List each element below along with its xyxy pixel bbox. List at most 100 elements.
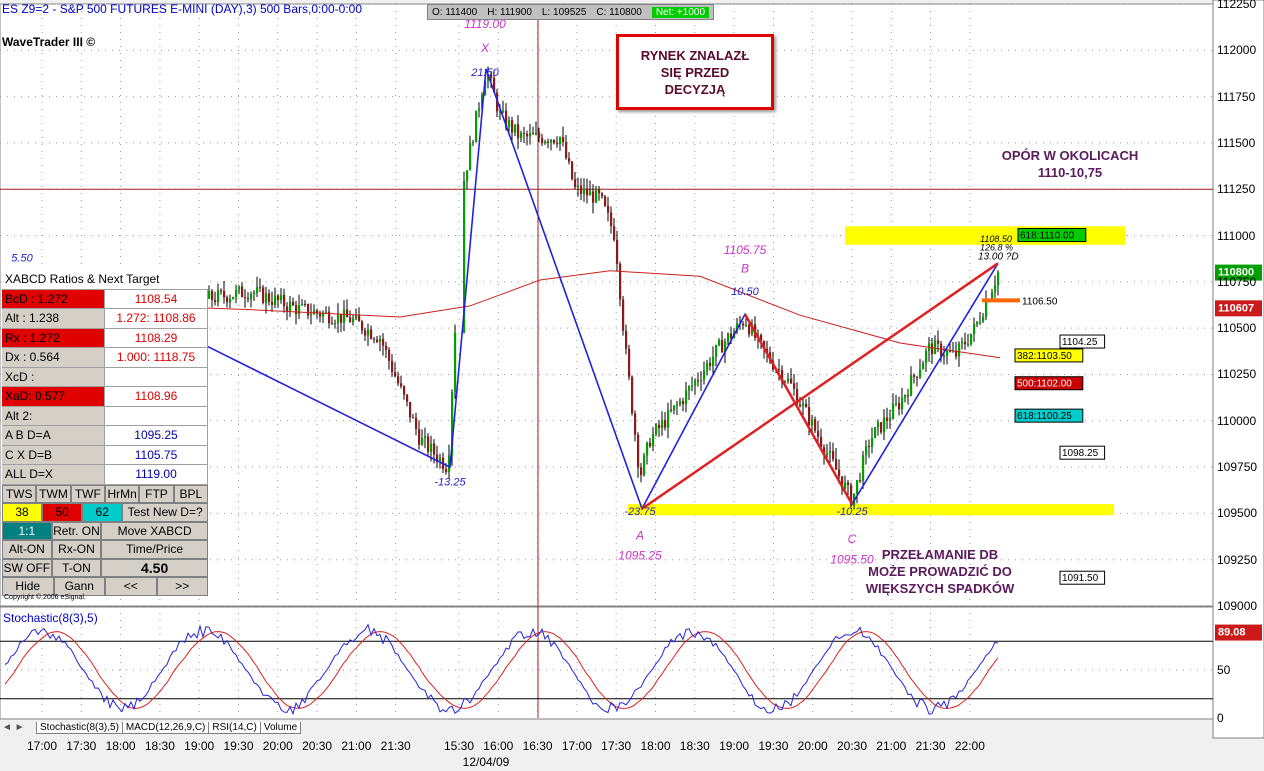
point-letter-label: C — [848, 532, 857, 546]
panel-row-label[interactable]: BcD : 1.272 — [2, 289, 105, 308]
price-tick-label: 111500 — [1217, 135, 1256, 150]
indicator-tabs: Stochastic(8(3),5) MACD(12,26,9,C) RSI(14,… — [36, 722, 302, 734]
candle-body — [565, 142, 568, 159]
candle-body — [253, 292, 256, 295]
candle-body — [832, 451, 835, 460]
target-label: 382:1103.50 — [1017, 351, 1072, 362]
point-swing-label: 10.50 — [731, 286, 759, 298]
time-tick-label: 18:30 — [679, 739, 710, 753]
panel-button[interactable]: << — [105, 577, 157, 596]
decision-note-line: RYNEK ZNALAZŁ — [640, 47, 750, 63]
indicator-tab[interactable]: MACD(12,26,9,C) — [121, 722, 210, 734]
candle-body — [433, 443, 436, 455]
panel-row-label[interactable]: Alt 2: — [2, 406, 105, 425]
panel-button[interactable]: 4.50 — [101, 558, 209, 577]
panel-button[interactable]: Hide — [2, 577, 54, 596]
panel-row-label[interactable]: Dx : 0.564 — [2, 348, 105, 367]
panel-button[interactable]: TWS — [2, 484, 37, 503]
price-tick-label: 111000 — [1217, 228, 1256, 243]
candle-body — [502, 110, 505, 112]
panel-row-label[interactable]: C X D=B — [2, 445, 105, 464]
candle-body — [241, 286, 244, 298]
candle-body — [721, 340, 724, 353]
candle-body — [589, 191, 592, 196]
indicator-tab[interactable]: RSI(14,C) — [208, 722, 261, 734]
candle-body — [472, 142, 475, 144]
panel-button[interactable]: 50 — [42, 503, 83, 522]
panel-button[interactable]: Rx-ON — [51, 540, 102, 559]
indicator-tab[interactable]: Stochastic(8(3),5) — [36, 722, 123, 734]
candle-body — [352, 318, 355, 323]
panel-button[interactable]: Time/Price — [101, 540, 209, 559]
breakout-note-line: MOŻE PROWADZIĆ DO — [868, 564, 1012, 579]
candle-body — [937, 340, 940, 344]
candle-body — [475, 110, 478, 143]
panel-row-label[interactable]: Alt : 1.238 — [2, 309, 105, 328]
panel-button[interactable]: 38 — [2, 503, 43, 522]
panel-row-label[interactable]: A B D=A — [2, 426, 105, 445]
candle-body — [259, 287, 262, 289]
panel-button[interactable]: BPL — [173, 484, 208, 503]
panel-button[interactable]: TWF — [70, 484, 105, 503]
candle-body — [304, 303, 307, 305]
candle-body — [415, 417, 418, 430]
candle-body — [625, 330, 628, 349]
panel-row-label[interactable]: XcD : — [2, 367, 105, 386]
panel-button[interactable]: Gann — [53, 577, 105, 596]
tab-nav-arrows[interactable]: ◄ ► — [2, 722, 25, 733]
panel-button[interactable]: Move XABCD — [101, 521, 209, 540]
candle-body — [904, 395, 907, 398]
panel-button[interactable]: Retr. ON — [51, 521, 102, 540]
time-tick-label: 20:00 — [797, 739, 828, 753]
candle-body — [856, 480, 859, 494]
panel-button[interactable]: >> — [156, 577, 208, 596]
panel-button[interactable]: HrMn — [104, 484, 140, 503]
candle-body — [931, 343, 934, 355]
panel-row-value: 1095.25 — [105, 426, 208, 445]
candle-body — [376, 339, 379, 343]
low-value: L: 109525 — [541, 6, 587, 18]
panel-row: ALL D=X 1119.00 — [2, 465, 208, 485]
panel-row-label[interactable]: XaD: 0.577 — [2, 387, 105, 406]
time-tick-label: 16:00 — [483, 739, 514, 753]
panel-button[interactable]: SW OFF — [2, 558, 52, 577]
candle-body — [379, 338, 382, 343]
candle-body — [700, 379, 703, 381]
price-tick-label: 109500 — [1217, 506, 1258, 521]
net-change-badge: Net: +1000 — [651, 6, 710, 18]
panel-row-value: 1108.29 — [105, 328, 208, 347]
candle-body — [412, 417, 415, 419]
panel-button[interactable]: FTP — [139, 484, 174, 503]
panel-row-value — [105, 367, 208, 386]
panel-row: Dx : 0.564 1.000: 1118.75 — [2, 348, 208, 368]
candle-body — [397, 376, 400, 384]
time-tick-label: 22:00 — [954, 739, 985, 753]
copyright-label: Copyright © 2006 eSignal. — [4, 594, 86, 601]
price-tick-label: 110250 — [1217, 367, 1257, 382]
time-tick-label: 17:00 — [561, 739, 592, 753]
candle-body — [634, 413, 637, 435]
target-label: 1091.50 — [1062, 573, 1099, 584]
panel-button[interactable]: Test New D=? — [122, 503, 208, 522]
panel-button-row: 38 50 62 Test New D=? — [2, 503, 208, 522]
candle-body — [745, 324, 748, 326]
panel-row-label[interactable]: Rx : 1.272 — [2, 328, 105, 347]
panel-button[interactable]: T-ON — [51, 558, 102, 577]
panel-row-label[interactable]: ALL D=X — [2, 465, 105, 484]
stochastic-pane — [0, 606, 1214, 720]
candle-body — [979, 321, 982, 323]
panel-button[interactable]: 1:1 — [2, 521, 52, 540]
indicator-tab[interactable]: Volume — [259, 722, 302, 734]
panel-button[interactable]: 62 — [82, 503, 123, 522]
candle-body — [601, 193, 604, 197]
panel-button[interactable]: TWM — [36, 484, 71, 503]
candle-body — [337, 313, 340, 323]
panel-row: Alt : 1.238 1.272: 1108.86 — [2, 309, 208, 329]
panel-button[interactable]: Alt-ON — [2, 540, 52, 559]
candle-body — [301, 303, 304, 306]
candle-body — [364, 330, 367, 336]
candle-body — [469, 142, 472, 171]
candle-body — [271, 301, 274, 305]
candle-body — [508, 120, 511, 128]
breakout-note-line: WIĘKSZYCH SPADKÓW — [865, 581, 1015, 596]
